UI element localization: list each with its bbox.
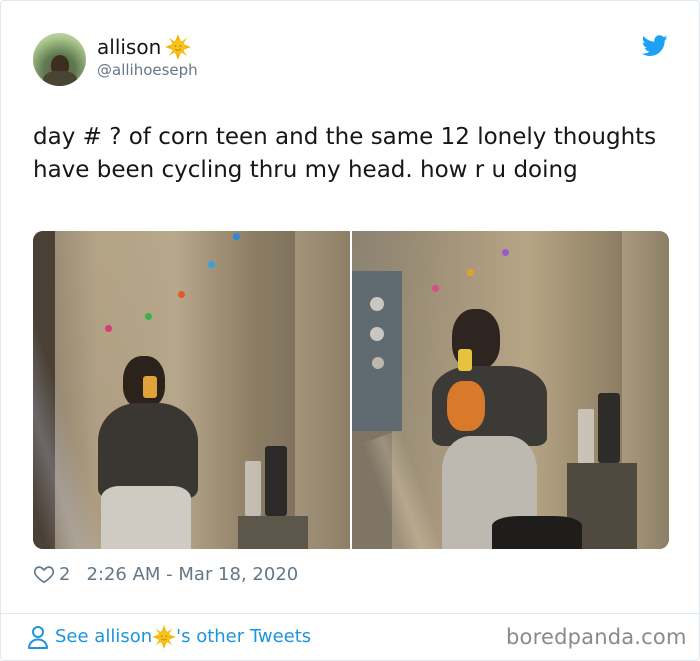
- person-icon: [28, 626, 48, 649]
- twitter-bird-icon[interactable]: [642, 35, 668, 57]
- watermark: boredpanda.com: [506, 625, 687, 649]
- sun-icon: [152, 625, 177, 649]
- photo-right[interactable]: [352, 231, 669, 549]
- author-handle[interactable]: @allihoeseph: [97, 61, 198, 79]
- photo-left[interactable]: [33, 231, 350, 549]
- heart-icon[interactable]: [33, 563, 55, 585]
- tweet-text: day # ? of corn teen and the same 12 lon…: [33, 124, 657, 183]
- tweet-media[interactable]: [33, 231, 669, 549]
- tweet-card: allison @allihoeseph day # ? of corn tee…: [0, 0, 700, 661]
- see-link-suffix: 's other Tweets: [176, 626, 312, 647]
- sun-icon: [165, 34, 192, 60]
- see-link-prefix: See allison: [55, 626, 153, 647]
- author-name-text: allison: [97, 35, 162, 59]
- avatar[interactable]: [33, 33, 86, 86]
- author-name[interactable]: allison: [97, 34, 192, 60]
- see-other-tweets-link[interactable]: See allison 's other Tweets: [27, 624, 311, 650]
- like-count[interactable]: 2: [59, 564, 70, 585]
- tweet-meta: 2 2:26 AM - Mar 18, 2020: [33, 562, 298, 586]
- tweet-timestamp[interactable]: 2:26 AM - Mar 18, 2020: [86, 564, 298, 585]
- divider: [1, 613, 699, 614]
